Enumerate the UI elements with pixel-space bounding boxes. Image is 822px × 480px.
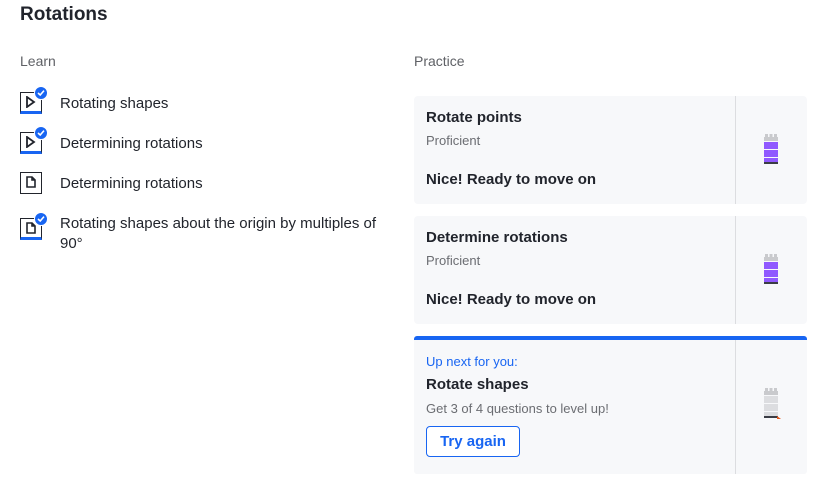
- practice-card-message: Nice! Ready to move on: [426, 171, 597, 188]
- article-icon: [20, 212, 48, 240]
- practice-card-up-next: Up next for you: Rotate shapes Get 3 of …: [414, 336, 807, 474]
- page-title: Rotations: [20, 4, 108, 25]
- video-icon: [20, 126, 48, 154]
- learn-item-label: Determining rotations: [60, 135, 203, 152]
- proficient-mastery-icon: [763, 132, 779, 171]
- practice-section-label: Practice: [414, 53, 465, 69]
- attempted-mastery-icon: [763, 386, 783, 427]
- learn-list: Rotating shapes Determining rotations De…: [20, 86, 390, 270]
- proficient-mastery-icon: [763, 252, 779, 291]
- practice-card-status: Proficient: [426, 133, 481, 148]
- card-divider: [735, 96, 736, 204]
- card-divider: [735, 340, 736, 474]
- try-again-button[interactable]: Try again: [426, 426, 520, 457]
- completed-check-icon: [34, 86, 48, 100]
- up-next-header: Up next for you:: [426, 354, 518, 369]
- learn-item-determining-rotations-article[interactable]: Determining rotations: [20, 172, 390, 196]
- completed-check-icon: [34, 126, 48, 140]
- practice-card-title: Rotate points: [426, 109, 522, 126]
- card-divider: [735, 216, 736, 324]
- practice-card-rotate-points[interactable]: Rotate points Proficient Nice! Ready to …: [414, 96, 807, 204]
- level-up-hint: Get 3 of 4 questions to level up!: [426, 401, 609, 416]
- completed-check-icon: [34, 212, 48, 226]
- practice-card-title: Determine rotations: [426, 229, 568, 246]
- learn-item-rotating-shapes-origin[interactable]: Rotating shapes about the origin by mult…: [20, 212, 390, 254]
- learn-item-label: Determining rotations: [60, 175, 203, 192]
- practice-card-message: Nice! Ready to move on: [426, 291, 597, 308]
- learn-item-label: Rotating shapes about the origin by mult…: [60, 215, 377, 252]
- article-icon: [20, 172, 42, 194]
- learn-item-rotating-shapes[interactable]: Rotating shapes: [20, 86, 390, 116]
- video-icon: [20, 86, 48, 114]
- learn-item-determining-rotations-video[interactable]: Determining rotations: [20, 126, 390, 156]
- practice-card-determine-rotations[interactable]: Determine rotations Proficient Nice! Rea…: [414, 216, 807, 324]
- learn-item-label: Rotating shapes: [60, 95, 169, 112]
- practice-card-title: Rotate shapes: [426, 376, 529, 393]
- practice-card-status: Proficient: [426, 253, 481, 268]
- learn-section-label: Learn: [20, 53, 56, 69]
